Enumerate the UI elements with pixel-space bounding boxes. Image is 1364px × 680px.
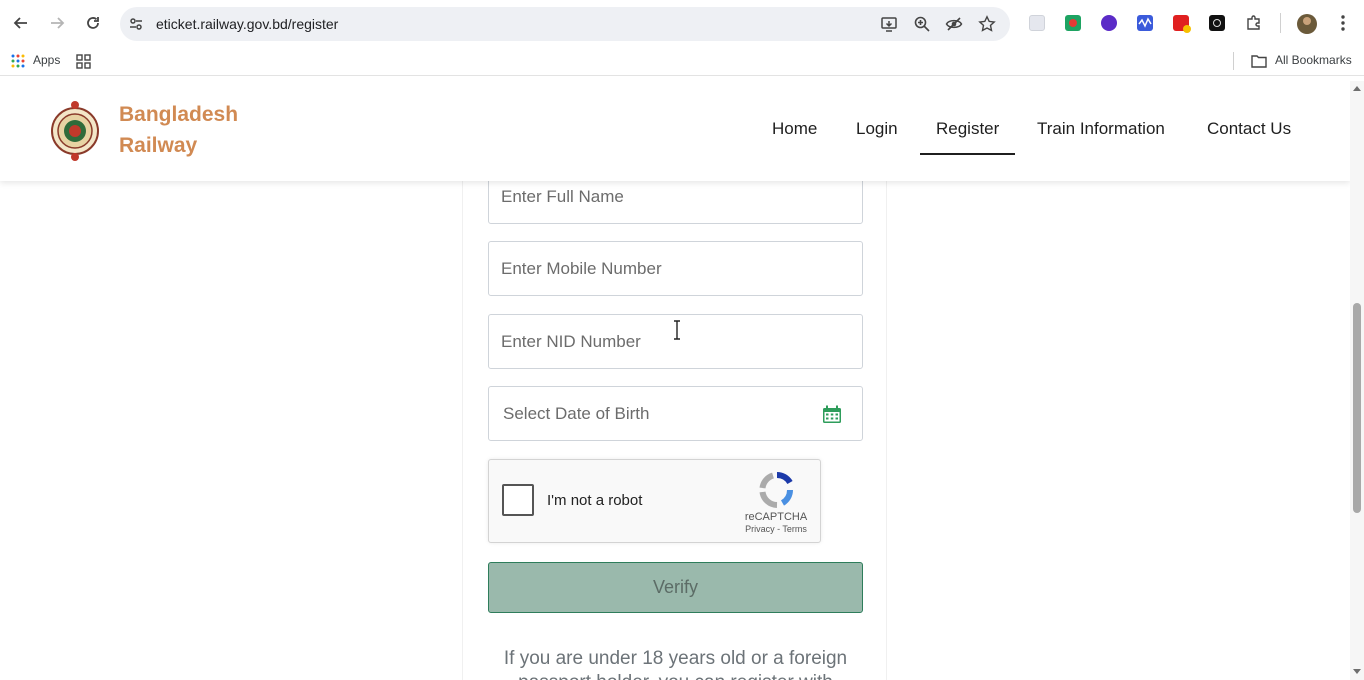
recaptcha-label: I'm not a robot: [547, 492, 643, 509]
reload-button[interactable]: [81, 11, 105, 35]
toolbar-divider: [1280, 13, 1281, 33]
date-of-birth-placeholder: Select Date of Birth: [503, 404, 650, 423]
profile-avatar[interactable]: [1297, 14, 1317, 34]
kebab-menu-icon: [1341, 15, 1345, 31]
site-info-icon[interactable]: [128, 16, 144, 32]
back-arrow-icon: [13, 17, 27, 29]
all-bookmarks-link[interactable]: All Bookmarks: [1275, 53, 1352, 67]
bangladesh-railway-logo[interactable]: [50, 99, 100, 163]
recaptcha-privacy-terms[interactable]: Privacy - Terms: [739, 524, 813, 534]
extension-blank-icon[interactable]: [1029, 15, 1045, 31]
age-foreign-note: If you are under 18 years old or a forei…: [503, 648, 848, 669]
nid-number-placeholder: Enter NID Number: [501, 332, 641, 351]
recaptcha-logo-icon: [759, 472, 794, 508]
recaptcha-widget: I'm not a robot reCAPTCHA Privacy - Term…: [488, 459, 821, 543]
nav-train-information[interactable]: Train Information: [1037, 119, 1165, 139]
scroll-up-arrow-icon[interactable]: [1353, 86, 1361, 91]
age-foreign-note-line2: passport holder, you can register with: [488, 672, 863, 680]
nav-home[interactable]: Home: [772, 119, 817, 139]
text-cursor-icon: [674, 320, 680, 340]
verify-button[interactable]: Verify: [488, 562, 863, 613]
nav-login[interactable]: Login: [856, 119, 898, 139]
address-bar[interactable]: eticket.railway.gov.bd/register: [120, 7, 1010, 41]
tab-groups-icon[interactable]: [76, 54, 91, 69]
eye-off-icon[interactable]: [945, 15, 963, 33]
puzzle-icon: [1247, 15, 1260, 30]
brand-name[interactable]: Bangladesh Railway: [119, 99, 238, 161]
browser-menu-button[interactable]: [1331, 11, 1355, 35]
brand-line1: Bangladesh: [119, 103, 239, 126]
scroll-down-arrow-icon[interactable]: [1353, 669, 1361, 674]
extension-red-icon[interactable]: [1173, 15, 1191, 33]
url-text: eticket.railway.gov.bd/register: [156, 16, 339, 32]
nav-contact-us[interactable]: Contact Us: [1207, 119, 1291, 139]
extension-purple-icon[interactable]: [1101, 15, 1117, 31]
back-button[interactable]: [9, 11, 33, 35]
extension-dark-icon[interactable]: [1209, 15, 1225, 31]
recaptcha-checkbox[interactable]: [502, 484, 534, 516]
scrollbar-thumb[interactable]: [1353, 303, 1361, 513]
browser-toolbar: eticket.railway.gov.bd/register: [0, 0, 1364, 46]
install-app-icon[interactable]: [880, 15, 898, 33]
nav-active-underline: [920, 153, 1015, 155]
apps-grid-icon[interactable]: [11, 54, 25, 68]
recaptcha-brand: reCAPTCHA: [744, 511, 808, 523]
bookmarks-divider: [1233, 52, 1234, 70]
page-viewport: Enter Full Name Enter Mobile Number Ente…: [0, 81, 1350, 680]
calendar-icon[interactable]: [822, 405, 842, 424]
extension-wave-icon[interactable]: [1137, 15, 1153, 31]
forward-arrow-icon: [51, 17, 65, 29]
mobile-number-placeholder: Enter Mobile Number: [501, 259, 662, 278]
forward-button[interactable]: [45, 11, 69, 35]
folder-icon[interactable]: [1251, 54, 1267, 68]
date-of-birth-field[interactable]: Select Date of Birth: [488, 386, 863, 441]
reload-icon: [87, 17, 99, 29]
brand-line2: Railway: [119, 134, 198, 157]
full-name-placeholder: Enter Full Name: [501, 187, 624, 206]
nav-register[interactable]: Register: [936, 119, 999, 139]
extensions-puzzle-button[interactable]: [1242, 11, 1266, 35]
site-header: Bangladesh Railway Home Login Register T…: [0, 81, 1350, 181]
extension-green-icon[interactable]: [1065, 15, 1081, 31]
bookmarks-bar: Apps All Bookmarks: [0, 46, 1364, 76]
apps-bookmark[interactable]: Apps: [33, 53, 60, 67]
mobile-number-field[interactable]: Enter Mobile Number: [488, 241, 863, 296]
bookmark-star-icon[interactable]: [978, 15, 996, 33]
zoom-icon[interactable]: [913, 15, 931, 33]
page-scrollbar[interactable]: [1350, 81, 1364, 680]
